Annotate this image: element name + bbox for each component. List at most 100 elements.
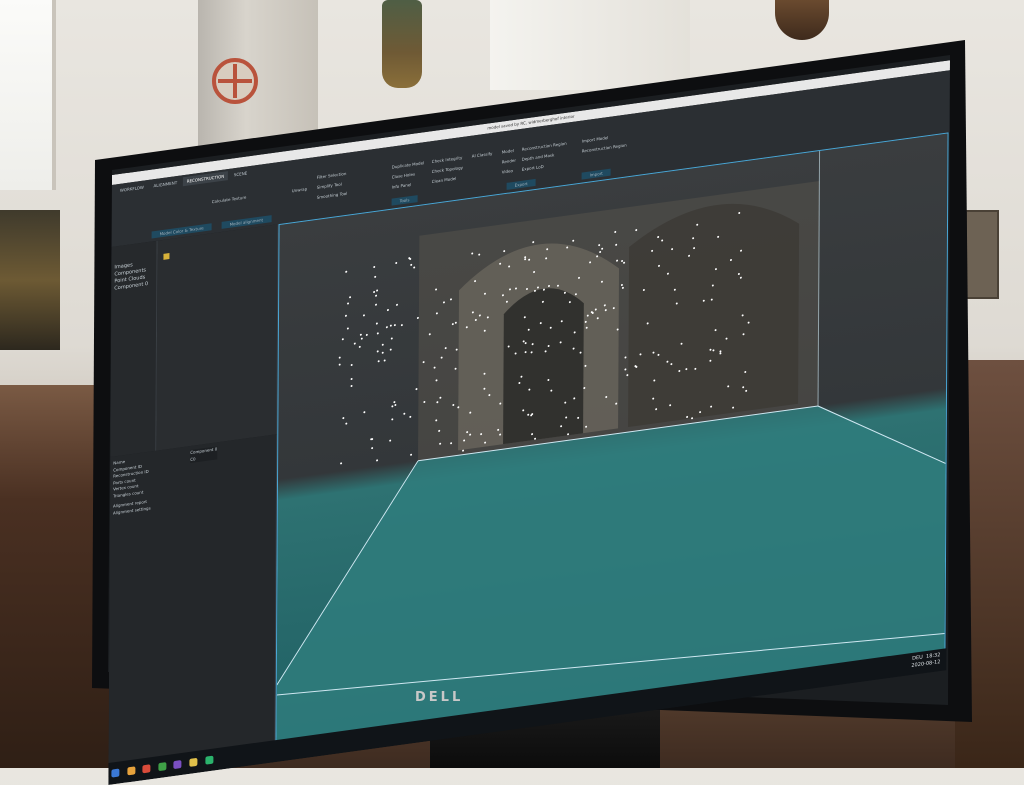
camera-point <box>393 324 396 327</box>
camera-point <box>572 239 575 242</box>
camera-point <box>737 272 740 275</box>
tab-workflow[interactable]: WORKFLOW <box>116 182 148 195</box>
smoothing-tool-button[interactable]: Smoothing Tool <box>317 191 348 200</box>
unwrap-button[interactable]: Unwrap <box>292 186 307 193</box>
close-holes-button[interactable]: Close Holes <box>392 171 415 179</box>
camera-point <box>743 370 747 373</box>
camera-point <box>505 300 508 303</box>
camera-point <box>461 449 464 452</box>
group-import: Import <box>581 168 611 180</box>
filter-selection-button[interactable]: Filter Selection <box>317 171 347 180</box>
camera-point <box>614 230 617 233</box>
camera-point <box>400 323 403 327</box>
check-integrity-button[interactable]: Check Integrity <box>432 155 463 164</box>
camera-point <box>579 351 582 354</box>
camera-point <box>547 344 550 347</box>
camera-point <box>670 362 673 365</box>
camera-point <box>436 401 439 404</box>
camera-point <box>415 387 418 390</box>
camera-point <box>509 287 512 291</box>
camera-point <box>616 328 619 331</box>
camera-point <box>389 348 392 351</box>
dell-logo: DELL <box>415 690 464 705</box>
folder-icon[interactable] <box>189 757 198 767</box>
camera-point <box>687 254 690 257</box>
clean-model-button[interactable]: Clean Model <box>432 176 457 184</box>
app-icon[interactable] <box>158 762 167 772</box>
camera-point <box>376 331 379 335</box>
chrome-icon[interactable] <box>142 764 151 774</box>
camera-point <box>597 243 600 246</box>
camera-point <box>483 387 486 390</box>
warning-icon <box>163 253 170 260</box>
camera-point <box>615 259 618 262</box>
camera-point <box>344 314 347 318</box>
tab-scene[interactable]: SCENE <box>230 168 251 180</box>
start-icon[interactable] <box>111 768 120 778</box>
group-tools: Tools <box>391 195 418 206</box>
export-reconstruction-region-button[interactable]: Reconstruction Region <box>522 141 567 152</box>
camera-point <box>741 386 744 389</box>
check-topology-button[interactable]: Check Topology <box>432 165 463 174</box>
camera-point <box>478 252 481 256</box>
ai-classify-button[interactable]: AI Classify <box>472 151 493 159</box>
camera-point <box>439 442 442 445</box>
duplicate-model-button[interactable]: Duplicate Model <box>392 160 424 169</box>
camera-point <box>714 328 717 331</box>
camera-point <box>685 367 688 370</box>
tab-reconstruction[interactable]: RECONSTRUCTION <box>182 171 229 187</box>
camera-point <box>572 397 575 400</box>
camera-point <box>473 279 476 283</box>
camera-point <box>530 350 533 354</box>
camera-point <box>547 378 550 381</box>
camera-point <box>541 300 544 303</box>
camera-point <box>539 321 542 325</box>
camera-point <box>373 275 376 278</box>
camera-point <box>725 337 728 340</box>
image-list-panel[interactable] <box>156 224 279 451</box>
camera-point <box>531 240 534 244</box>
camera-point <box>346 301 349 305</box>
camera-point <box>381 343 384 346</box>
camera-point <box>651 397 654 400</box>
calculate-texture-button[interactable]: Calculate Texture <box>212 195 247 205</box>
camera-point <box>468 433 471 436</box>
depth-and-mask-button[interactable]: Depth and Mask <box>522 152 555 161</box>
camera-point <box>471 311 474 314</box>
camera-point <box>527 388 530 391</box>
camera-point <box>668 404 671 407</box>
simplify-tool-button[interactable]: Simplify Tool <box>317 181 342 189</box>
export-lod-button[interactable]: Export LoD <box>522 164 544 172</box>
tab-alignment[interactable]: ALIGNMENT <box>149 178 181 191</box>
camera-point <box>353 342 356 345</box>
camera-point <box>454 321 457 324</box>
export-model-button[interactable]: Model <box>502 148 514 155</box>
camera-point <box>654 408 657 411</box>
camera-point <box>402 412 405 415</box>
camera-point <box>605 395 608 399</box>
camera-point <box>635 228 638 232</box>
camera-point <box>486 316 489 319</box>
import-model-button[interactable]: Import Model <box>582 135 609 144</box>
camera-point <box>451 322 454 326</box>
camera-point <box>345 270 348 273</box>
camera-point <box>747 321 750 324</box>
camera-point <box>388 439 391 442</box>
camera-point <box>360 337 363 340</box>
group-export: Export <box>506 178 536 190</box>
camera-point <box>660 239 663 242</box>
scene-tree-panel[interactable]: Images Components Point Clouds Component… <box>110 240 158 457</box>
export-render-button[interactable]: Render <box>502 158 516 165</box>
info-panel-button[interactable]: Info Panel <box>392 182 412 190</box>
camera-point <box>549 326 552 329</box>
properties-panel[interactable]: Name Component ID Reconstruction ID Part… <box>108 434 278 777</box>
camera-point <box>559 424 562 427</box>
realitycapture-icon[interactable] <box>204 755 213 765</box>
camera-point <box>742 332 745 336</box>
camera-point <box>666 360 669 363</box>
import-reconstruction-region-button[interactable]: Reconstruction Region <box>582 142 627 153</box>
camera-point <box>527 413 530 416</box>
camera-point <box>422 360 425 363</box>
camera-point <box>585 326 588 329</box>
export-video-button[interactable]: Video <box>502 168 513 175</box>
